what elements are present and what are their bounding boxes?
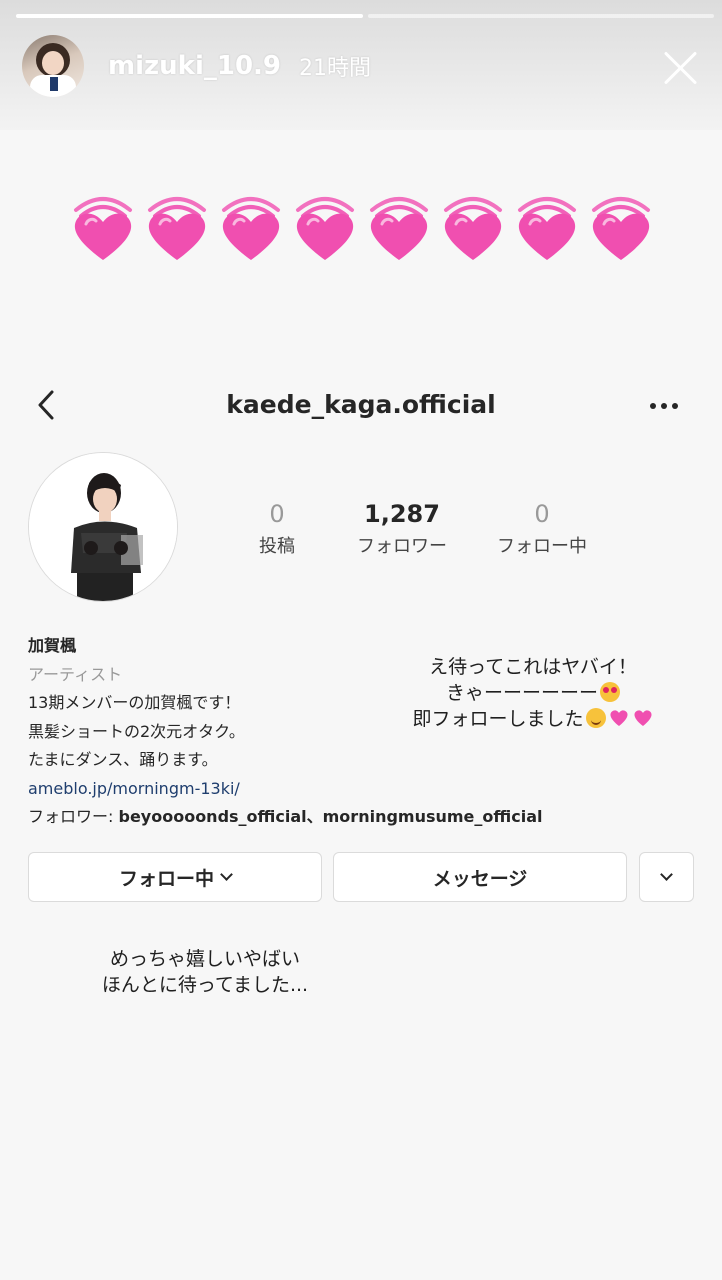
growing-heart-icon (144, 190, 210, 262)
story-text-overlay-bottom: めっちゃ嬉しいやばい ほんとに待ってました... (60, 946, 350, 998)
profile-header: kaede_kaga.official (0, 380, 722, 430)
growing-heart-icon (292, 190, 358, 262)
suggested-accounts-button[interactable] (639, 852, 694, 902)
stat-followers[interactable]: 1,287 フォロワー (332, 500, 472, 558)
more-options-icon[interactable] (646, 396, 682, 416)
overlay-line: きゃーーーーーー (445, 682, 598, 704)
growing-heart-emoji-icon (633, 710, 652, 726)
followed-by-names: beyooooonds_official、morningmusume_offic… (118, 807, 543, 826)
smiling-face-with-hearts-emoji-icon (585, 708, 606, 728)
chevron-down-icon (660, 867, 673, 881)
growing-heart-icon (588, 190, 654, 262)
growing-heart-icon (440, 190, 506, 262)
overlay-line: めっちゃ嬉しいやばい (109, 948, 300, 970)
following-count: 0 (534, 500, 550, 528)
story-timestamp: 21時間 (299, 56, 371, 81)
growing-heart-icon (514, 190, 580, 262)
story-text-overlay: え待ってこれはヤバイ！ きゃーーーーーー 即フォローしました (388, 654, 678, 732)
profile-action-buttons: フォロー中 メッセージ (28, 852, 694, 902)
overlay-line-with-emoji: 即フォローしました (388, 706, 678, 732)
story-progress-bar (16, 14, 714, 18)
story-user-avatar[interactable] (22, 35, 84, 97)
message-button[interactable]: メッセージ (333, 852, 627, 902)
hearts-row (70, 190, 654, 262)
posts-label: 投稿 (259, 536, 295, 557)
bio-line: たまにダンス、踊ります。 (28, 750, 218, 769)
following-button[interactable]: フォロー中 (28, 852, 322, 902)
followers-count: 1,287 (364, 500, 440, 528)
growing-heart-icon (366, 190, 432, 262)
stat-posts[interactable]: 0 投稿 (222, 500, 332, 558)
posts-count: 0 (269, 500, 285, 528)
story-progress-segment (367, 14, 714, 18)
following-button-label: フォロー中 (118, 867, 214, 890)
profile-avatar[interactable] (28, 452, 178, 602)
following-label: フォロー中 (497, 536, 587, 557)
story-progress-segment (16, 14, 363, 18)
heart-eyes-emoji-icon (600, 682, 620, 702)
story-header: mizuki_10.9 21時間 (22, 34, 700, 98)
message-button-label: メッセージ (432, 867, 528, 890)
stat-following[interactable]: 0 フォロー中 (472, 500, 612, 558)
growing-heart-emoji-icon (609, 710, 628, 726)
profile-username: kaede_kaga.official (226, 390, 496, 419)
followed-by-prefix: フォロワー: (28, 807, 119, 826)
growing-heart-icon (218, 190, 284, 262)
profile-stats: 0 投稿 1,287 フォロワー 0 フォロー中 (222, 500, 622, 558)
overlay-line: ほんとに待ってました... (101, 974, 309, 996)
overlay-line: え待ってこれはヤバイ！ (429, 656, 637, 678)
followers-label: フォロワー (357, 536, 447, 557)
overlay-line-with-emoji: きゃーーーーーー (388, 680, 678, 706)
followed-by[interactable]: フォロワー: beyooooonds_official、morningmusum… (28, 803, 588, 832)
chevron-down-icon (220, 867, 233, 881)
bio-link[interactable]: ameblo.jp/morningm-13ki/ (28, 775, 588, 804)
growing-heart-icon (70, 190, 136, 262)
overlay-line: 即フォローしました (412, 708, 584, 730)
close-icon[interactable] (660, 46, 700, 86)
story-username[interactable]: mizuki_10.9 (108, 51, 281, 81)
